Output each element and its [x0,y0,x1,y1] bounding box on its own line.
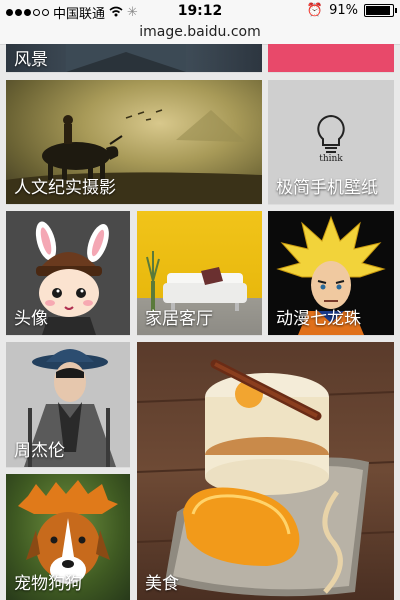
category-label: 极简手机壁纸 [276,178,378,198]
category-label: 动漫七龙珠 [276,309,361,329]
category-tile-anime-dragonball[interactable]: 动漫七龙珠 [268,211,394,335]
dessert-photo [137,359,394,597]
category-tile-jay-chou[interactable]: 周杰伦 [6,342,130,467]
category-tile-scenery[interactable]: 风景 [6,44,262,72]
category-tile-documentary[interactable]: 人文纪实摄影 [6,80,262,204]
category-tile-partial[interactable] [268,44,394,72]
battery-percent: 91% [329,3,358,18]
category-tile-food[interactable]: 美食 [137,342,394,600]
category-tile-pet-dogs[interactable]: 宠物狗狗 [6,474,130,600]
think-text: think [319,154,343,164]
category-label: 风景 [14,50,48,70]
category-label: 家居客厅 [145,309,213,329]
category-tile-minimal-wallpaper[interactable]: think 极简手机壁纸 [268,80,394,204]
address-bar[interactable]: image.baidu.com [0,22,400,45]
alarm-icon: ⏰ [306,3,324,18]
category-label: 人文纪实摄影 [14,178,116,198]
status-bar: 中国联通 ✳ 19:12 ⏰ 91% [0,0,400,22]
battery-icon [364,4,397,17]
category-label: 头像 [14,309,48,329]
category-tile-home-living[interactable]: 家居客厅 [137,211,262,335]
category-tile-avatar[interactable]: 头像 [6,211,130,335]
category-label: 宠物狗狗 [14,574,82,594]
category-label: 美食 [145,574,179,594]
category-label: 周杰伦 [14,441,65,461]
